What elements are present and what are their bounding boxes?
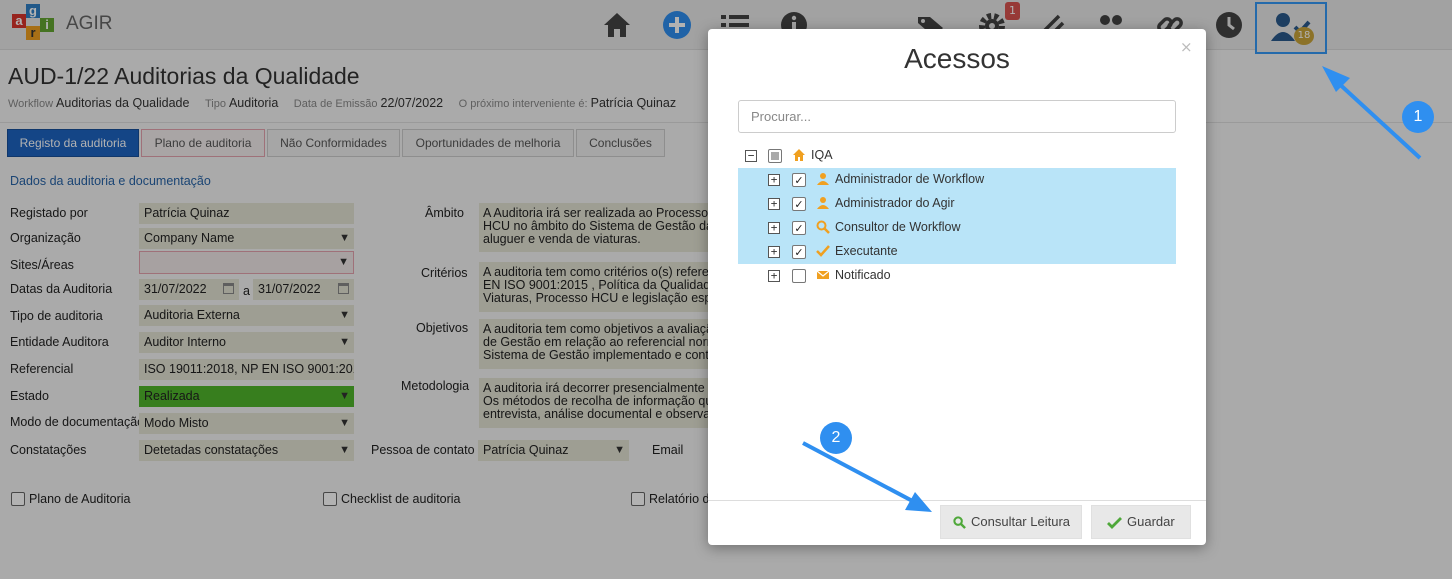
tree-label: Consultor de Workflow <box>835 220 961 234</box>
consultar-leitura-button[interactable]: Consultar Leitura <box>940 505 1082 539</box>
step-badge-1: 1 <box>1402 101 1434 133</box>
tree-item[interactable]: + ✓ Executante <box>738 240 1176 264</box>
tree-checkbox[interactable]: ✓ <box>792 221 806 235</box>
user-icon <box>817 173 829 185</box>
tree-checkbox[interactable]: ✓ <box>792 173 806 187</box>
expand-icon[interactable]: + <box>768 174 780 186</box>
home-icon <box>793 149 805 161</box>
tree-checkbox-root[interactable] <box>768 149 782 163</box>
tree-checkbox[interactable]: ✓ <box>792 245 806 259</box>
tree-label: Administrador do Agir <box>835 196 955 210</box>
tree-label: Administrador de Workflow <box>835 172 985 186</box>
modal-footer-divider <box>708 500 1206 501</box>
tree-item[interactable]: + ✓ Administrador do Agir <box>738 192 1176 216</box>
consultar-label: Consultar Leitura <box>971 514 1070 529</box>
guardar-button[interactable]: Guardar <box>1091 505 1191 539</box>
tree-item[interactable]: + ✓ Consultor de Workflow <box>738 216 1176 240</box>
search-icon <box>953 516 966 529</box>
envelope-icon <box>816 270 830 279</box>
modal-title: Acessos <box>904 43 1010 74</box>
tree-label: Executante <box>835 244 898 258</box>
expand-icon[interactable]: + <box>768 222 780 234</box>
guardar-label: Guardar <box>1127 514 1175 529</box>
tree-item[interactable]: + Notificado <box>738 264 1176 288</box>
search-input[interactable] <box>738 100 1176 133</box>
access-modal: Acessos × − IQA + ✓ Administrador de Wor… <box>708 29 1206 545</box>
tree-item[interactable]: + ✓ Administrador de Workflow <box>738 168 1176 192</box>
collapse-icon[interactable]: − <box>745 150 757 162</box>
tree-checkbox[interactable] <box>792 269 806 283</box>
tree-label: IQA <box>811 148 833 162</box>
expand-icon[interactable]: + <box>768 270 780 282</box>
check-icon <box>1107 517 1122 529</box>
check-icon <box>816 245 830 257</box>
user-icon <box>817 197 829 209</box>
tree-checkbox[interactable]: ✓ <box>792 197 806 211</box>
search-icon <box>816 220 830 234</box>
close-icon[interactable]: × <box>1180 38 1193 56</box>
expand-icon[interactable]: + <box>768 198 780 210</box>
tree-label: Notificado <box>835 268 891 282</box>
tree-root: − IQA <box>738 144 1176 168</box>
expand-icon[interactable]: + <box>768 246 780 258</box>
step-badge-2: 2 <box>820 422 852 454</box>
